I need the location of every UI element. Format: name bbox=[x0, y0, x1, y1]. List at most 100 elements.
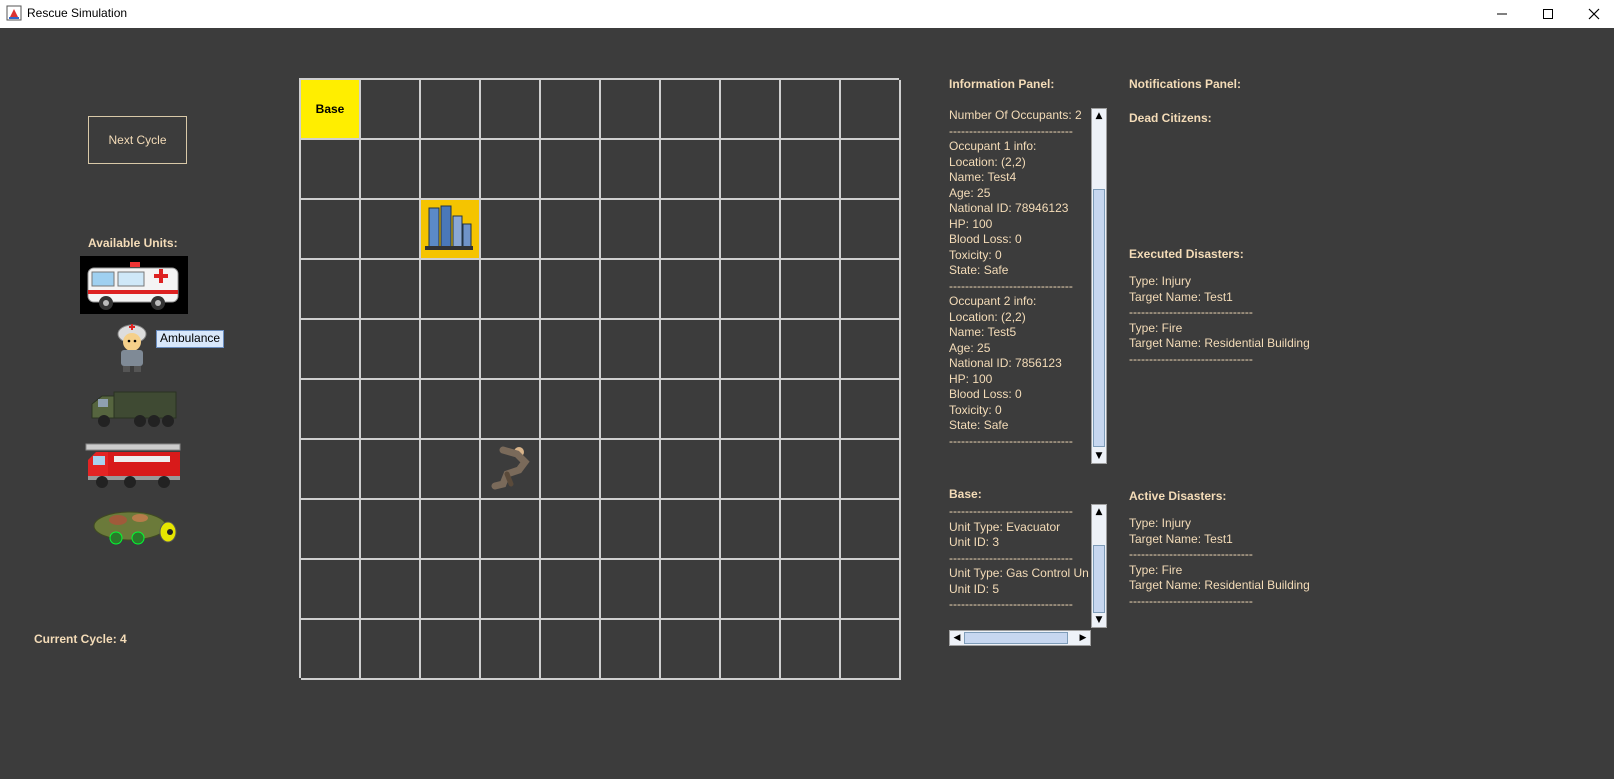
map-cell[interactable] bbox=[541, 440, 601, 500]
map-cell[interactable] bbox=[301, 320, 361, 380]
map-cell[interactable] bbox=[661, 320, 721, 380]
map-cell[interactable] bbox=[601, 320, 661, 380]
map-cell[interactable] bbox=[781, 320, 841, 380]
map-cell[interactable] bbox=[361, 620, 421, 680]
base-panel-scrollpane[interactable]: ------------------------------- Unit Type… bbox=[949, 504, 1107, 646]
map-cell[interactable] bbox=[601, 560, 661, 620]
map-cell[interactable] bbox=[781, 560, 841, 620]
map-cell[interactable] bbox=[781, 140, 841, 200]
map-cell[interactable] bbox=[601, 440, 661, 500]
map-cell[interactable] bbox=[661, 140, 721, 200]
map-cell[interactable] bbox=[421, 380, 481, 440]
maximize-button[interactable] bbox=[1525, 0, 1571, 28]
map-cell[interactable] bbox=[361, 380, 421, 440]
map-cell[interactable] bbox=[721, 620, 781, 680]
base-cell[interactable]: Base bbox=[301, 80, 361, 140]
map-cell[interactable] bbox=[781, 260, 841, 320]
next-cycle-button[interactable]: Next Cycle bbox=[88, 116, 187, 164]
map-cell[interactable] bbox=[721, 140, 781, 200]
map-cell[interactable] bbox=[841, 440, 901, 500]
map-cell[interactable] bbox=[601, 200, 661, 260]
map-cell[interactable] bbox=[721, 380, 781, 440]
scroll-down-icon[interactable]: ▼ bbox=[1092, 449, 1106, 463]
scroll-down-icon[interactable]: ▼ bbox=[1092, 613, 1106, 627]
scroll-thumb[interactable] bbox=[964, 632, 1068, 644]
minimize-button[interactable] bbox=[1479, 0, 1525, 28]
map-cell[interactable] bbox=[541, 200, 601, 260]
map-cell[interactable] bbox=[301, 500, 361, 560]
map-cell[interactable] bbox=[601, 140, 661, 200]
scroll-thumb[interactable] bbox=[1093, 545, 1105, 613]
map-cell[interactable] bbox=[301, 260, 361, 320]
unit-fire-truck[interactable] bbox=[84, 442, 184, 490]
map-cell[interactable] bbox=[721, 560, 781, 620]
map-cell[interactable] bbox=[781, 200, 841, 260]
map-cell[interactable] bbox=[541, 320, 601, 380]
map-cell[interactable] bbox=[301, 620, 361, 680]
map-cell[interactable] bbox=[781, 380, 841, 440]
scroll-left-icon[interactable]: ◀ bbox=[950, 631, 964, 645]
map-cell[interactable] bbox=[481, 200, 541, 260]
map-cell[interactable] bbox=[481, 500, 541, 560]
map-cell[interactable] bbox=[421, 440, 481, 500]
map-cell[interactable] bbox=[421, 80, 481, 140]
map-cell[interactable] bbox=[601, 380, 661, 440]
base-panel-vscrollbar[interactable]: ▲ ▼ bbox=[1091, 504, 1107, 628]
information-panel-scrollpane[interactable]: Number Of Occupants: 2 ------------------… bbox=[949, 108, 1107, 464]
unit-gas-control[interactable] bbox=[88, 504, 182, 550]
map-cell[interactable] bbox=[721, 440, 781, 500]
scroll-up-icon[interactable]: ▲ bbox=[1092, 505, 1106, 519]
map-cell[interactable] bbox=[661, 620, 721, 680]
map-cell[interactable] bbox=[841, 260, 901, 320]
map-cell[interactable] bbox=[421, 500, 481, 560]
map-cell[interactable] bbox=[601, 620, 661, 680]
map-cell[interactable] bbox=[481, 560, 541, 620]
map-cell[interactable] bbox=[541, 140, 601, 200]
map-cell[interactable] bbox=[481, 320, 541, 380]
map-cell[interactable] bbox=[841, 380, 901, 440]
map-cell[interactable] bbox=[781, 500, 841, 560]
map-cell[interactable] bbox=[301, 440, 361, 500]
map-cell[interactable] bbox=[661, 500, 721, 560]
map-cell[interactable] bbox=[541, 500, 601, 560]
unit-disease-control[interactable] bbox=[108, 320, 158, 375]
map-cell[interactable] bbox=[481, 620, 541, 680]
map-cell[interactable] bbox=[541, 560, 601, 620]
map-cell[interactable] bbox=[721, 260, 781, 320]
map-cell[interactable] bbox=[541, 620, 601, 680]
map-cell[interactable] bbox=[361, 440, 421, 500]
map-cell[interactable] bbox=[361, 200, 421, 260]
scroll-right-icon[interactable]: ▶ bbox=[1076, 631, 1090, 645]
map-cell[interactable] bbox=[361, 140, 421, 200]
scroll-up-icon[interactable]: ▲ bbox=[1092, 109, 1106, 123]
information-panel-scrollbar[interactable]: ▲ ▼ bbox=[1091, 108, 1107, 464]
unit-evacuator[interactable] bbox=[88, 388, 180, 430]
map-cell[interactable] bbox=[541, 380, 601, 440]
map-cell[interactable] bbox=[361, 500, 421, 560]
map-cell[interactable] bbox=[721, 500, 781, 560]
map-cell[interactable] bbox=[841, 140, 901, 200]
scroll-thumb[interactable] bbox=[1093, 189, 1105, 447]
map-cell[interactable] bbox=[781, 620, 841, 680]
map-cell[interactable] bbox=[781, 80, 841, 140]
map-cell[interactable] bbox=[421, 140, 481, 200]
map-cell[interactable] bbox=[841, 620, 901, 680]
map-cell[interactable] bbox=[361, 320, 421, 380]
map-cell[interactable] bbox=[601, 500, 661, 560]
map-cell[interactable] bbox=[361, 260, 421, 320]
map-cell[interactable] bbox=[301, 380, 361, 440]
map-cell[interactable] bbox=[721, 320, 781, 380]
map-cell[interactable] bbox=[481, 380, 541, 440]
map-cell[interactable] bbox=[661, 560, 721, 620]
map-cell[interactable] bbox=[301, 140, 361, 200]
map-cell[interactable] bbox=[721, 80, 781, 140]
base-panel-hscrollbar[interactable]: ◀ ▶ bbox=[949, 630, 1091, 646]
map-cell[interactable] bbox=[661, 80, 721, 140]
map-cell[interactable] bbox=[841, 80, 901, 140]
map-cell[interactable] bbox=[661, 440, 721, 500]
map-cell[interactable] bbox=[541, 260, 601, 320]
map-cell[interactable] bbox=[841, 200, 901, 260]
map-cell[interactable] bbox=[841, 320, 901, 380]
map-cell[interactable] bbox=[421, 260, 481, 320]
map-cell[interactable] bbox=[361, 560, 421, 620]
